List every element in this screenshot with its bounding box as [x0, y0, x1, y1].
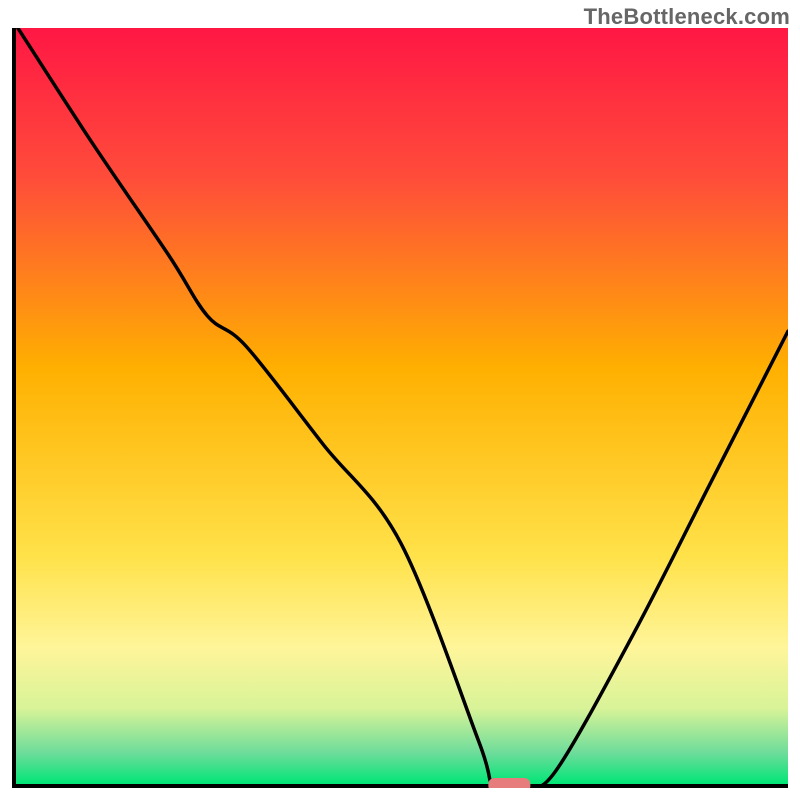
chart-stage: TheBottleneck.com — [0, 0, 800, 800]
chart-background — [12, 28, 788, 784]
chart-plot — [12, 28, 788, 788]
watermark-text: TheBottleneck.com — [584, 4, 790, 30]
chart-svg — [12, 28, 788, 788]
optimal-marker — [488, 778, 530, 788]
